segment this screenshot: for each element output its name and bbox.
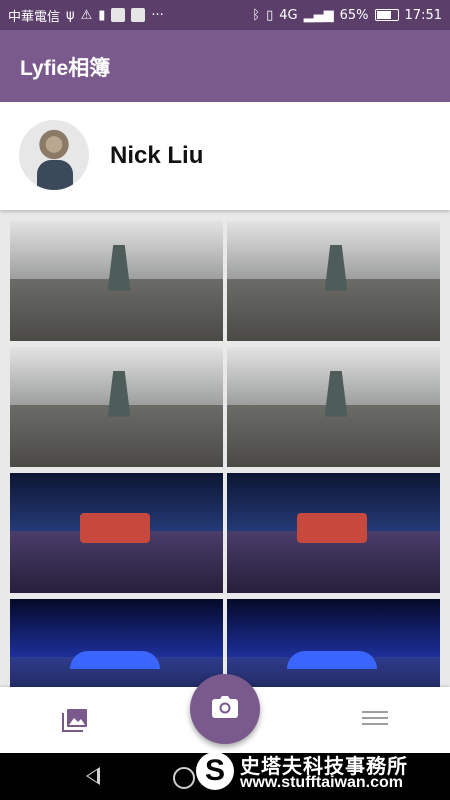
photo-thumbnail[interactable] bbox=[10, 221, 223, 341]
time-label: 17:51 bbox=[404, 7, 442, 23]
battery-saver-icon: ▮ bbox=[98, 7, 106, 23]
status-left: 中華電信 ψ ⚠ ▮ ··· bbox=[8, 6, 164, 25]
camera-button[interactable] bbox=[190, 674, 260, 744]
watermark-logo: S bbox=[196, 752, 234, 790]
profile-name: Nick Liu bbox=[110, 142, 204, 169]
photo-thumbnail[interactable] bbox=[227, 473, 440, 593]
watermark-url: www.stufftaiwan.com bbox=[240, 774, 403, 791]
photo-grid bbox=[10, 221, 440, 687]
photo-thumbnail[interactable] bbox=[10, 347, 223, 467]
photo-thumbnail[interactable] bbox=[227, 599, 440, 687]
menu-icon[interactable] bbox=[360, 707, 390, 733]
more-icon: ··· bbox=[151, 7, 164, 23]
bluetooth-icon: ᛒ bbox=[252, 7, 261, 23]
status-bar: 中華電信 ψ ⚠ ▮ ··· ᛒ ▯ 4G ▂▄▆ 65% 17:51 bbox=[0, 0, 450, 30]
network-label: 4G bbox=[279, 7, 298, 23]
photo-thumbnail[interactable] bbox=[10, 599, 223, 687]
home-icon[interactable] bbox=[173, 767, 195, 789]
vibrate-icon: ▯ bbox=[266, 7, 274, 23]
status-right: ᛒ ▯ 4G ▂▄▆ 65% 17:51 bbox=[252, 8, 442, 23]
photo-thumbnail[interactable] bbox=[10, 473, 223, 593]
profile-card[interactable]: Nick Liu bbox=[0, 102, 450, 210]
photo-thumbnail[interactable] bbox=[227, 221, 440, 341]
photo-thumbnail[interactable] bbox=[227, 347, 440, 467]
battery-icon bbox=[374, 9, 399, 21]
camera-icon bbox=[212, 696, 238, 722]
back-icon[interactable] bbox=[86, 767, 100, 785]
warning-icon: ⚠ bbox=[80, 7, 93, 23]
app-notification-icon bbox=[111, 8, 126, 22]
app-title: Lyfie相簿 bbox=[20, 57, 111, 80]
usb-icon: ψ bbox=[66, 7, 75, 23]
app-bar: Lyfie相簿 bbox=[0, 30, 450, 102]
gallery-icon[interactable] bbox=[60, 707, 90, 733]
app-notification-icon bbox=[131, 8, 146, 22]
battery-label: 65% bbox=[339, 7, 369, 23]
avatar[interactable] bbox=[19, 120, 89, 190]
signal-4g-icon: ▂▄▆ bbox=[303, 7, 334, 23]
carrier-label: 中華電信 bbox=[8, 9, 61, 25]
watermark: S 史塔夫科技事務所 www.stufftaiwan.com bbox=[194, 748, 446, 796]
